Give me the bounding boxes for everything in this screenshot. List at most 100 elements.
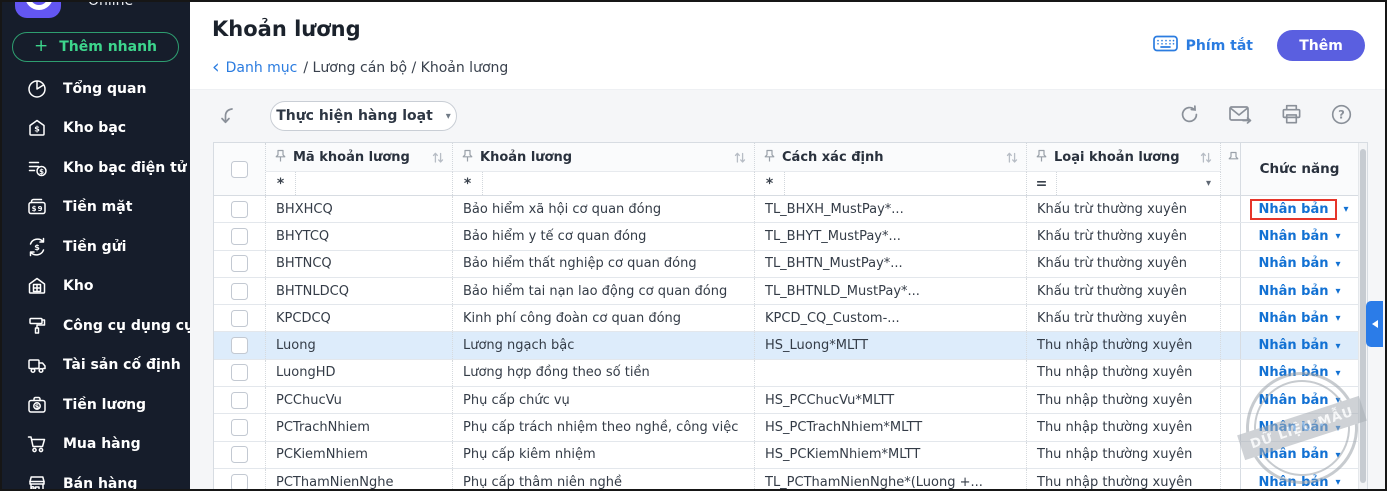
table-toolbar: Thực hiện hàng loạt ▾	[212, 100, 1363, 134]
column-header-name[interactable]: Khoản lương	[453, 143, 755, 172]
sidebar-item-overview[interactable]: Tổng quan	[2, 69, 190, 109]
chevron-down-icon[interactable]: ▾	[1336, 313, 1341, 324]
sidebar-item-deposit[interactable]: $Tiền gửi	[2, 227, 190, 267]
chevron-down-icon[interactable]: ▾	[1336, 450, 1341, 461]
sort-icon[interactable]	[1200, 151, 1212, 164]
shortcut-button[interactable]: Phím tắt	[1153, 35, 1253, 56]
row-action-duplicate[interactable]: Nhân bản ▾	[1240, 469, 1358, 491]
duplicate-link[interactable]: Nhân bản	[1258, 420, 1328, 435]
duplicate-link[interactable]: Nhân bản	[1258, 256, 1328, 271]
filter-name[interactable]: *	[453, 172, 755, 195]
row-action-duplicate[interactable]: Nhân bản ▾	[1240, 387, 1358, 413]
row-action-duplicate[interactable]: Nhân bản ▾	[1240, 278, 1358, 304]
quick-add-button[interactable]: + Thêm nhanh	[12, 32, 179, 62]
overview-icon	[26, 78, 48, 100]
shortcut-label: Phím tắt	[1186, 38, 1253, 54]
row-action-duplicate[interactable]: Nhân bản ▾	[1240, 305, 1358, 331]
cell-sliver	[1221, 305, 1240, 331]
pin-icon[interactable]	[763, 148, 776, 167]
duplicate-link[interactable]: Nhân bản	[1258, 311, 1328, 326]
filter-code[interactable]: *	[266, 172, 453, 195]
sidebar-item-fixed-asset[interactable]: Tài sản cố định	[2, 346, 190, 386]
cell-code: KPCDCQ	[266, 305, 453, 331]
column-header-code[interactable]: Mã khoản lương	[266, 143, 453, 172]
row-action-duplicate[interactable]: Nhân bản ▾	[1240, 442, 1358, 468]
row-checkbox[interactable]	[231, 337, 248, 354]
sidebar-item-payroll[interactable]: $Tiền lương	[2, 385, 190, 425]
sort-icon[interactable]	[432, 151, 444, 164]
sort-icon[interactable]	[734, 151, 746, 164]
sidebar-item-purchase[interactable]: Mua hàng	[2, 425, 190, 465]
row-action-duplicate[interactable]: Nhân bản ▾	[1240, 414, 1358, 440]
sidebar-item-label: Kho bạc	[63, 120, 126, 136]
cell-formula	[755, 360, 1027, 386]
svg-text:?: ?	[1338, 108, 1345, 122]
row-action-duplicate[interactable]: Nhân bản ▾	[1240, 223, 1358, 249]
chevron-down-icon[interactable]: ▾	[1336, 259, 1341, 270]
column-header-type[interactable]: Loại khoản lương	[1027, 143, 1221, 172]
row-checkbox[interactable]	[231, 310, 248, 327]
filter-formula[interactable]: *	[755, 172, 1027, 195]
chevron-down-icon[interactable]: ▾	[1336, 341, 1341, 352]
row-checkbox[interactable]	[231, 228, 248, 245]
row-checkbox[interactable]	[231, 283, 248, 300]
duplicate-link[interactable]: Nhân bản	[1250, 199, 1336, 220]
row-action-duplicate[interactable]: Nhân bản ▾	[1240, 360, 1358, 386]
collapse-panel-tab[interactable]	[1366, 301, 1383, 347]
row-checkbox[interactable]	[231, 364, 248, 381]
chevron-down-icon[interactable]: ▾	[1336, 286, 1341, 297]
row-checkbox[interactable]	[231, 392, 248, 409]
chevron-down-icon[interactable]: ▾	[1344, 204, 1349, 215]
pin-icon[interactable]	[274, 148, 287, 167]
duplicate-link[interactable]: Nhân bản	[1258, 338, 1328, 353]
chevron-down-icon[interactable]: ▾	[1336, 477, 1341, 488]
row-action-duplicate[interactable]: Nhân bản ▾	[1240, 251, 1358, 277]
sidebar-item-cash[interactable]: $9Tiền mặt	[2, 188, 190, 228]
pin-icon[interactable]	[1035, 148, 1048, 167]
chevron-down-icon[interactable]: ▾	[1336, 395, 1341, 406]
send-mail-icon[interactable]	[1228, 103, 1253, 126]
column-header-formula[interactable]: Cách xác định	[755, 143, 1027, 172]
row-checkbox[interactable]	[231, 446, 248, 463]
row-checkbox-cell	[214, 332, 266, 358]
row-checkbox[interactable]	[231, 255, 248, 272]
cell-name: Lương hợp đồng theo số tiền	[453, 360, 755, 386]
row-action-duplicate[interactable]: Nhân bản ▾	[1240, 196, 1358, 222]
duplicate-link[interactable]: Nhân bản	[1258, 365, 1328, 380]
cell-type: Thu nhập thường xuyên	[1027, 442, 1221, 468]
duplicate-link[interactable]: Nhân bản	[1258, 475, 1328, 490]
sidebar-item-tools[interactable]: Công cụ dụng cụ	[2, 306, 190, 346]
batch-actions-dropdown[interactable]: Thực hiện hàng loạt ▾	[270, 101, 457, 131]
help-icon[interactable]: ?	[1330, 103, 1353, 126]
chevron-down-icon[interactable]: ▾	[1336, 231, 1341, 242]
row-checkbox[interactable]	[231, 474, 248, 491]
breadcrumb-link-danh-muc[interactable]: Danh mục	[226, 60, 298, 76]
chevron-down-icon[interactable]: ▾	[1336, 368, 1341, 379]
row-checkbox[interactable]	[231, 419, 248, 436]
pin-icon[interactable]	[461, 148, 474, 167]
row-checkbox[interactable]	[231, 201, 248, 218]
refresh-icon[interactable]	[1178, 103, 1201, 126]
app-logo[interactable]	[15, 2, 61, 18]
back-chevron-icon[interactable]: ‹	[212, 60, 220, 74]
filter-type[interactable]: = ▾	[1027, 172, 1221, 195]
add-button[interactable]: Thêm	[1277, 30, 1365, 61]
duplicate-link[interactable]: Nhân bản	[1258, 447, 1328, 462]
sidebar-item-treasury[interactable]: $ Kho bạc	[2, 109, 190, 149]
chevron-down-icon[interactable]: ▾	[1336, 423, 1341, 434]
move-down-icon[interactable]	[216, 104, 240, 132]
sort-icon[interactable]	[1006, 151, 1018, 164]
treasury-icon: $	[26, 117, 48, 139]
duplicate-link[interactable]: Nhân bản	[1258, 229, 1328, 244]
duplicate-link[interactable]: Nhân bản	[1258, 393, 1328, 408]
sidebar-item-warehouse[interactable]: Kho	[2, 267, 190, 307]
print-icon[interactable]	[1280, 103, 1303, 126]
duplicate-link[interactable]: Nhân bản	[1258, 284, 1328, 299]
sidebar-item-sales[interactable]: Bán hàng	[2, 464, 190, 489]
row-action-duplicate[interactable]: Nhân bản ▾	[1240, 332, 1358, 358]
sidebar-item-e-treasury[interactable]: $Kho bạc điện tử	[2, 148, 190, 188]
row-checkbox-cell	[214, 360, 266, 386]
select-all-checkbox[interactable]	[231, 161, 248, 178]
chevron-down-icon[interactable]: ▾	[1206, 178, 1220, 189]
cell-sliver	[1221, 278, 1240, 304]
